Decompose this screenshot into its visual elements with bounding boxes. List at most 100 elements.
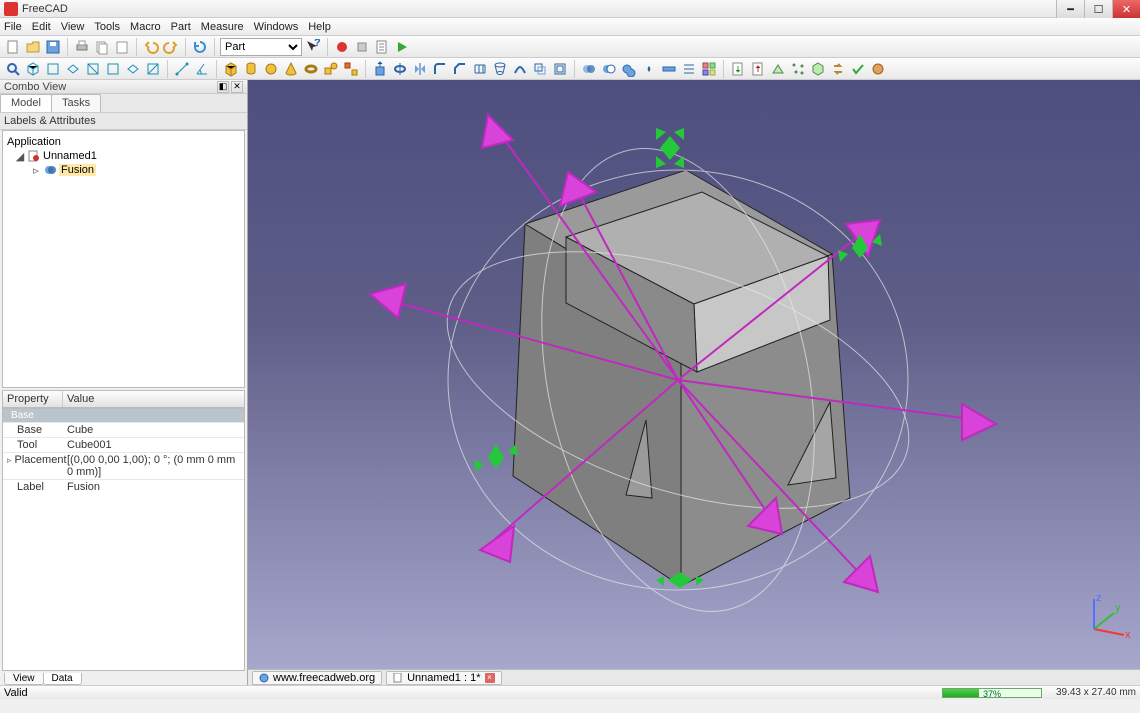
menu-view[interactable]: View [61, 21, 85, 33]
axo-view-icon[interactable] [24, 60, 42, 78]
bottom-tab-view[interactable]: View [4, 673, 44, 685]
convert-to-solid-icon[interactable] [809, 60, 827, 78]
document-icon [28, 150, 40, 162]
workbench-select[interactable]: Part [220, 38, 302, 56]
undock-icon[interactable]: ◧ [217, 81, 229, 93]
check-geometry-icon[interactable] [849, 60, 867, 78]
section-icon[interactable] [660, 60, 678, 78]
open-icon[interactable] [24, 38, 42, 56]
axis-indicator: x y z [1082, 593, 1130, 641]
undo-icon[interactable] [142, 38, 160, 56]
doc-tab-start[interactable]: www.freecadweb.org [252, 671, 382, 685]
offset-icon[interactable] [531, 60, 549, 78]
tab-model[interactable]: Model [0, 94, 52, 112]
rear-view-icon[interactable] [104, 60, 122, 78]
menu-help[interactable]: Help [308, 21, 331, 33]
chamfer-icon[interactable] [451, 60, 469, 78]
stop-macro-icon[interactable] [353, 38, 371, 56]
measure-angular-icon[interactable] [193, 60, 211, 78]
maximize-button[interactable]: ☐ [1084, 0, 1112, 18]
refresh-icon[interactable] [191, 38, 209, 56]
toolbar-file: Part ? [0, 36, 1140, 58]
primitives-icon[interactable] [322, 60, 340, 78]
points-from-mesh-icon[interactable] [789, 60, 807, 78]
front-view-icon[interactable] [44, 60, 62, 78]
fuse-icon[interactable] [620, 60, 638, 78]
viewport-3d[interactable]: x y z www.freecadweb.org Unnamed1 : 1* × [248, 80, 1140, 685]
svg-text:z: z [1096, 593, 1102, 604]
statusbar: Valid 37% 39.43 x 27.40 mm [0, 685, 1140, 699]
tab-tasks[interactable]: Tasks [51, 94, 101, 112]
menu-windows[interactable]: Windows [254, 21, 299, 33]
extrude-icon[interactable] [371, 60, 389, 78]
sphere-icon[interactable] [262, 60, 280, 78]
reverse-shapes-icon[interactable] [829, 60, 847, 78]
right-view-icon[interactable] [84, 60, 102, 78]
cross-sections-icon[interactable] [680, 60, 698, 78]
sweep-icon[interactable] [511, 60, 529, 78]
fit-all-icon[interactable] [4, 60, 22, 78]
app-icon [4, 2, 18, 16]
tree-doc[interactable]: ◢ Unnamed1 [5, 149, 242, 163]
compound-icon[interactable] [700, 60, 718, 78]
loft-icon[interactable] [491, 60, 509, 78]
tree-root[interactable]: Application [5, 135, 242, 149]
toolbar-part [0, 58, 1140, 80]
bottom-tab-data[interactable]: Data [43, 673, 82, 685]
run-macro-icon[interactable] [393, 38, 411, 56]
appearance-icon[interactable] [869, 60, 887, 78]
close-button[interactable]: ✕ [1112, 0, 1140, 18]
print-icon[interactable] [73, 38, 91, 56]
torus-icon[interactable] [302, 60, 320, 78]
record-macro-icon[interactable] [333, 38, 351, 56]
fusion-icon [44, 164, 56, 176]
copy-icon[interactable] [93, 38, 111, 56]
macros-icon[interactable] [373, 38, 391, 56]
prop-tool[interactable]: ToolCube001 [3, 437, 244, 452]
menu-tools[interactable]: Tools [94, 21, 120, 33]
menu-file[interactable]: File [4, 21, 22, 33]
revolve-icon[interactable] [391, 60, 409, 78]
left-view-icon[interactable] [144, 60, 162, 78]
prop-label[interactable]: LabelFusion [3, 479, 244, 494]
close-tab-icon[interactable]: × [485, 673, 495, 683]
common-icon[interactable] [640, 60, 658, 78]
cone-icon[interactable] [282, 60, 300, 78]
paste-icon[interactable] [113, 38, 131, 56]
menu-part[interactable]: Part [171, 21, 191, 33]
tree-view[interactable]: Application ◢ Unnamed1 ▹ Fusion [2, 130, 245, 388]
save-icon[interactable] [44, 38, 62, 56]
mirror-icon[interactable] [411, 60, 429, 78]
doc-tab-unnamed[interactable]: Unnamed1 : 1* × [386, 671, 501, 685]
prop-placement[interactable]: Placement[(0,00 0,00 1,00); 0 °; (0 mm 0… [3, 452, 244, 479]
whatsthis-icon[interactable]: ? [304, 38, 322, 56]
menu-edit[interactable]: Edit [32, 21, 51, 33]
bottom-view-icon[interactable] [124, 60, 142, 78]
svg-text:?: ? [314, 39, 321, 49]
new-icon[interactable] [4, 38, 22, 56]
ruled-icon[interactable] [471, 60, 489, 78]
cut-icon[interactable] [600, 60, 618, 78]
measure-linear-icon[interactable] [173, 60, 191, 78]
box-icon[interactable] [222, 60, 240, 78]
shapebuilder-icon[interactable] [342, 60, 360, 78]
import-icon[interactable] [729, 60, 747, 78]
tree-header: Labels & Attributes [0, 112, 247, 130]
prop-base[interactable]: BaseCube [3, 422, 244, 437]
top-view-icon[interactable] [64, 60, 82, 78]
property-group-base: Base [3, 409, 244, 422]
redo-icon[interactable] [162, 38, 180, 56]
thickness-icon[interactable] [551, 60, 569, 78]
menu-macro[interactable]: Macro [130, 21, 161, 33]
property-table[interactable]: Base BaseCube ToolCube001 Placement[(0,0… [2, 408, 245, 671]
close-panel-icon[interactable]: ✕ [231, 81, 243, 93]
boolean-icon[interactable] [580, 60, 598, 78]
titlebar: FreeCAD ━ ☐ ✕ [0, 0, 1140, 18]
export-icon[interactable] [749, 60, 767, 78]
tree-item-fusion[interactable]: ▹ Fusion [5, 163, 242, 177]
minimize-button[interactable]: ━ [1056, 0, 1084, 18]
cylinder-icon[interactable] [242, 60, 260, 78]
shape-from-mesh-icon[interactable] [769, 60, 787, 78]
fillet-icon[interactable] [431, 60, 449, 78]
menu-measure[interactable]: Measure [201, 21, 244, 33]
